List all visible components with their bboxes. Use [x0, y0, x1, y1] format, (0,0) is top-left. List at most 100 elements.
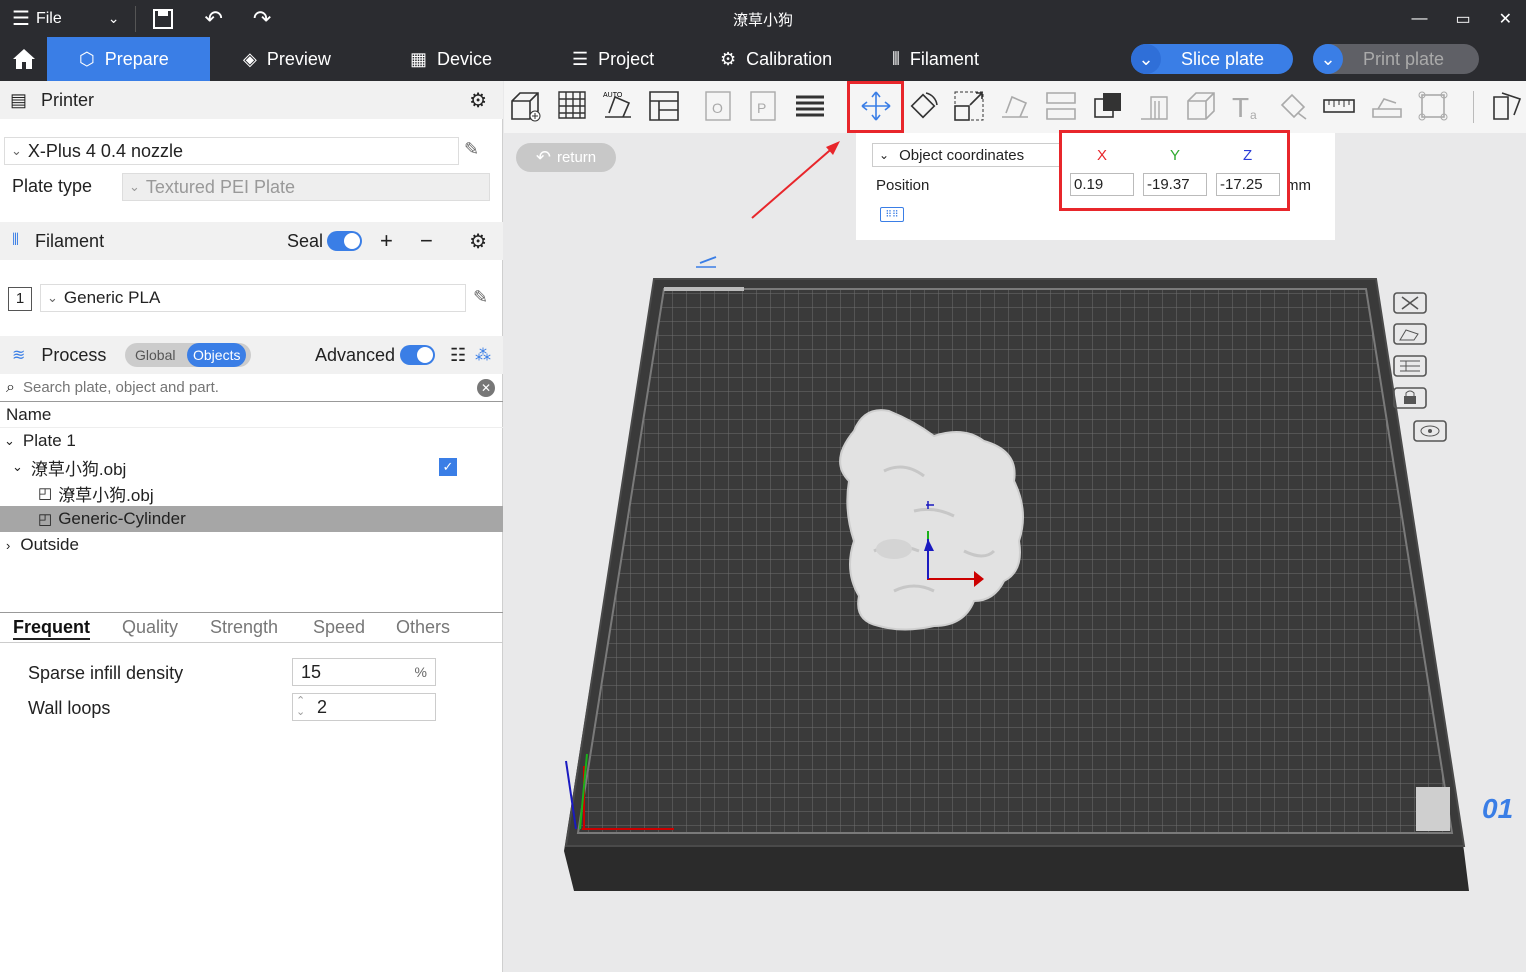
- auto-orient-icon[interactable]: AUTO: [601, 89, 635, 123]
- assembly-icon[interactable]: [1370, 89, 1404, 123]
- plate-settings-icon[interactable]: [1412, 419, 1448, 443]
- tab-preview[interactable]: ◈ Preview: [243, 37, 331, 81]
- color-paint-icon[interactable]: [1276, 89, 1310, 123]
- left-sidebar: ▤ Printer ⚙ ⌄ X-Plus 4 0.4 nozzle ✎ Plat…: [0, 81, 503, 972]
- tab-frequent[interactable]: Frequent: [13, 617, 91, 640]
- chevron-down-icon[interactable]: ⌄: [4, 433, 15, 449]
- filament-icon: ⦀: [12, 232, 20, 249]
- support-paint-icon[interactable]: [1137, 89, 1171, 123]
- calibration-icon: ⚙: [720, 48, 737, 69]
- printer-icon: ▤: [10, 89, 28, 110]
- tree-row-object[interactable]: ⌄ 潦草小狗.obj ✓: [0, 454, 503, 480]
- print-plate-button[interactable]: ⌄ Print plate: [1313, 44, 1479, 74]
- compare-icon[interactable]: ⁂: [475, 345, 491, 365]
- coordinate-mode-select[interactable]: ⌄ Object coordinates: [872, 143, 1062, 167]
- position-label: Position: [876, 177, 930, 194]
- split-parts-icon[interactable]: P: [747, 89, 781, 123]
- edit-printer-icon[interactable]: ✎: [464, 139, 479, 160]
- arrange-plate-icon[interactable]: [1392, 354, 1428, 378]
- model-object[interactable]: [824, 401, 1034, 636]
- object-list: Name ⌄ Plate 1 ⌄ 潦草小狗.obj ✓ ◰ 潦草小狗.obj ◰…: [0, 401, 503, 613]
- chevron-down-icon: ⌄: [129, 179, 140, 194]
- tree-row-part[interactable]: ◰ 潦草小狗.obj: [0, 480, 503, 506]
- auto-orient-plate-icon[interactable]: [1392, 322, 1428, 346]
- tab-device[interactable]: ▦ Device: [410, 37, 492, 81]
- slice-plate-button[interactable]: ⌄ Slice plate: [1131, 44, 1293, 74]
- process-section-header: ≋ Process Global Objects Advanced ☷ ⁂: [0, 336, 503, 374]
- arrange-icon[interactable]: [647, 89, 681, 123]
- maximize-icon[interactable]: ▭: [1455, 9, 1470, 29]
- minimize-icon[interactable]: —: [1411, 10, 1427, 28]
- keyboard-icon[interactable]: ⠿⠿: [880, 207, 904, 222]
- close-icon[interactable]: ✕: [1499, 9, 1512, 29]
- viewport[interactable]: AUTO O P Ta ↶ return ⌄ Object coordinates…: [504, 81, 1526, 972]
- wall-loops-stepper[interactable]: ⌃ ⌄ 2: [292, 693, 436, 721]
- seal-toggle[interactable]: [327, 231, 362, 251]
- tab-speed[interactable]: Speed: [313, 617, 365, 638]
- measure-icon[interactable]: [1322, 89, 1356, 123]
- filament-select[interactable]: ⌄ Generic PLA: [40, 284, 466, 312]
- chevron-right-icon[interactable]: ›: [6, 538, 10, 553]
- boolean-icon[interactable]: [1091, 89, 1125, 123]
- chevron-down-icon[interactable]: ⌄: [1131, 44, 1161, 74]
- add-plate-icon[interactable]: [556, 89, 590, 123]
- scale-icon[interactable]: [952, 89, 986, 123]
- chevron-down-icon: ⌄: [11, 143, 22, 158]
- filament-section-header: ⦀ Filament Seal + − ⚙: [0, 222, 503, 260]
- global-objects-switch[interactable]: Global Objects: [125, 343, 251, 367]
- remove-filament-icon[interactable]: −: [420, 228, 433, 254]
- printer-section-header: ▤ Printer ⚙: [0, 81, 503, 119]
- settings-tabs: Frequent Quality Strength Speed Others: [0, 617, 503, 643]
- svg-text:AUTO: AUTO: [603, 92, 623, 99]
- tree-row-outside[interactable]: › Outside: [0, 532, 503, 558]
- plate-type-select[interactable]: ⌄ Textured PEI Plate: [122, 173, 490, 201]
- edit-filament-icon[interactable]: ✎: [473, 287, 488, 308]
- seam-paint-icon[interactable]: [1184, 89, 1218, 123]
- tree-row-modifier[interactable]: ◰ Generic-Cylinder: [0, 506, 503, 532]
- assembly-view-icon[interactable]: [1490, 89, 1524, 123]
- tab-strength[interactable]: Strength: [210, 617, 278, 638]
- chevron-down-icon[interactable]: ⌄: [1313, 44, 1343, 74]
- objects-option[interactable]: Objects: [187, 343, 247, 367]
- text-icon[interactable]: Ta: [1230, 89, 1264, 123]
- tab-filament[interactable]: ⦀ Filament: [892, 37, 979, 81]
- brim-ears-icon[interactable]: [1416, 89, 1450, 123]
- chevron-down-icon[interactable]: ⌄: [12, 459, 23, 475]
- move-tool-highlight: [847, 81, 904, 133]
- stepper-arrows-icon[interactable]: ⌃ ⌄: [296, 696, 305, 718]
- lay-on-face-icon[interactable]: [998, 89, 1032, 123]
- tab-project[interactable]: ☰ Project: [572, 37, 654, 81]
- lock-plate-icon[interactable]: [1392, 386, 1428, 410]
- infill-density-field[interactable]: 15 %: [292, 658, 436, 686]
- cut-icon[interactable]: [1044, 89, 1078, 123]
- clear-plate-icon[interactable]: [1392, 291, 1428, 315]
- layers-icon: ◈: [243, 48, 257, 69]
- position-highlight: [1059, 130, 1290, 211]
- clear-search-icon[interactable]: ✕: [477, 378, 495, 397]
- object-checkbox[interactable]: ✓: [439, 458, 457, 476]
- home-button[interactable]: [0, 37, 47, 81]
- printer-select[interactable]: ⌄ X-Plus 4 0.4 nozzle: [4, 137, 459, 165]
- split-objects-icon[interactable]: O: [702, 89, 736, 123]
- filament-settings-icon[interactable]: ⚙: [469, 229, 487, 254]
- infill-label: Sparse infill density: [28, 663, 184, 683]
- tab-calibration[interactable]: ⚙ Calibration: [720, 37, 832, 81]
- advanced-toggle[interactable]: [400, 345, 435, 365]
- svg-text:P: P: [757, 100, 766, 116]
- add-object-icon[interactable]: [508, 89, 542, 123]
- return-icon: ↶: [535, 147, 551, 167]
- list-view-icon[interactable]: ☷: [450, 345, 466, 366]
- tab-quality[interactable]: Quality: [122, 617, 178, 638]
- toolbar-divider: [1473, 91, 1474, 123]
- home-icon: [12, 49, 35, 69]
- tab-prepare[interactable]: ⬡ Prepare: [47, 37, 210, 81]
- add-filament-icon[interactable]: +: [380, 228, 393, 254]
- layers-editing-icon[interactable]: [793, 89, 827, 123]
- global-option[interactable]: Global: [125, 347, 187, 363]
- tab-others[interactable]: Others: [396, 617, 450, 638]
- return-button[interactable]: ↶ return: [516, 143, 616, 172]
- rotate-icon[interactable]: [906, 89, 940, 123]
- tree-row-plate[interactable]: ⌄ Plate 1: [0, 428, 503, 454]
- search-input[interactable]: [22, 379, 453, 396]
- printer-settings-icon[interactable]: ⚙: [469, 88, 487, 113]
